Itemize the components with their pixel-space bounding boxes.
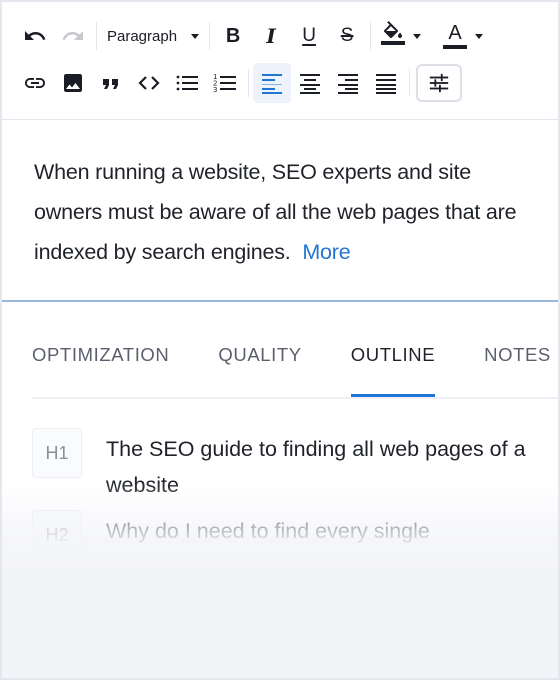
outline-item[interactable]: H2 Why do I need to find every single: [32, 510, 526, 560]
underline-icon: U: [302, 25, 316, 46]
block-format-value: Paragraph: [107, 27, 178, 45]
bold-button[interactable]: B: [214, 16, 252, 56]
align-right-button[interactable]: [329, 63, 367, 103]
editor-paragraph[interactable]: When running a website, SEO experts and …: [34, 152, 544, 272]
caret-down-icon: [475, 33, 484, 39]
bulleted-list-icon: [175, 71, 199, 95]
strikethrough-icon: S: [340, 25, 354, 46]
align-justify-icon: [374, 71, 398, 95]
sidebar-tabs: OPTIMIZATION QUALITY OUTLINE NOTES: [32, 332, 558, 398]
outline-heading-text: The SEO guide to finding all web pages o…: [106, 437, 526, 497]
align-left-icon: [260, 71, 284, 95]
image-icon: [61, 71, 85, 95]
heading-level-badge: H1: [32, 428, 82, 478]
bulleted-list-button[interactable]: [168, 63, 206, 103]
redo-button[interactable]: [54, 16, 92, 56]
content-divider: [2, 300, 558, 302]
quote-icon: [99, 71, 123, 95]
tab-optimization[interactable]: OPTIMIZATION: [32, 332, 169, 398]
code-icon: [137, 71, 161, 95]
toolbar-divider: [209, 22, 211, 50]
code-button[interactable]: [130, 63, 168, 103]
tab-quality[interactable]: QUALITY: [218, 332, 301, 398]
svg-text:3: 3: [213, 86, 217, 94]
more-link[interactable]: More: [302, 240, 350, 264]
paragraph-text: When running a website, SEO experts and …: [34, 160, 517, 264]
undo-icon: [23, 24, 47, 48]
underline-button[interactable]: U: [290, 16, 328, 56]
text-color-icon: A: [443, 23, 468, 49]
numbered-list-button[interactable]: 123: [206, 63, 244, 103]
tab-notes[interactable]: NOTES: [484, 332, 551, 398]
paint-bucket-icon: [381, 20, 406, 52]
text-color-dropdown[interactable]: A: [437, 16, 489, 56]
highlight-color-dropdown[interactable]: [375, 16, 427, 56]
bold-icon: B: [225, 24, 241, 47]
undo-button[interactable]: [16, 16, 54, 56]
align-center-icon: [298, 71, 322, 95]
italic-button[interactable]: I: [252, 16, 290, 56]
outline-heading-text: Why do I need to find every single: [106, 519, 430, 543]
outline-item[interactable]: H1 The SEO guide to finding all web page…: [32, 428, 526, 503]
align-center-button[interactable]: [291, 63, 329, 103]
heading-level-badge: H2: [32, 510, 82, 560]
block-format-dropdown[interactable]: Paragraph: [101, 16, 205, 56]
italic-icon: I: [266, 24, 276, 48]
strikethrough-button[interactable]: S: [328, 16, 366, 56]
editor-panel: Paragraph B I U S A 1 2 3 When running a…: [2, 2, 558, 678]
toolbar-divider: [409, 69, 410, 97]
caret-down-icon: [413, 33, 422, 39]
toolbar-row-insert-align: 123: [16, 63, 462, 103]
align-left-button[interactable]: [253, 63, 291, 103]
toolbar-row-formatting: Paragraph B I U S A: [16, 16, 489, 56]
align-right-icon: [336, 71, 360, 95]
settings-button[interactable]: [416, 64, 462, 102]
caret-down-icon: [191, 33, 200, 39]
link-icon: [23, 71, 47, 95]
numbered-list-icon: 123: [213, 71, 237, 95]
tabs-divider: [32, 397, 558, 399]
toolbar-divider: [248, 69, 249, 97]
toolbar-divider: [370, 22, 372, 50]
sliders-icon: [428, 72, 450, 94]
insert-image-button[interactable]: [54, 63, 92, 103]
insert-link-button[interactable]: [16, 63, 54, 103]
redo-icon: [61, 24, 85, 48]
align-justify-button[interactable]: [367, 63, 405, 103]
editor-toolbar: Paragraph B I U S A 1 2 3: [2, 2, 558, 120]
tab-outline[interactable]: OUTLINE: [350, 332, 436, 398]
blockquote-button[interactable]: [92, 63, 130, 103]
toolbar-divider: [96, 22, 97, 50]
